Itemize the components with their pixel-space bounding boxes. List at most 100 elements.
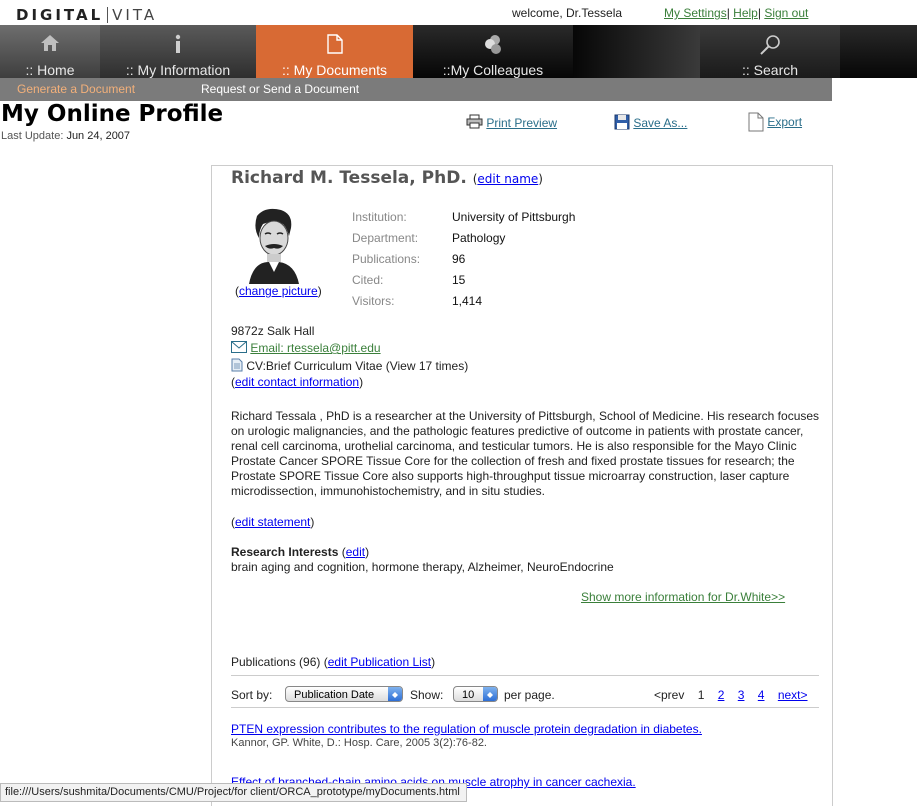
- last-update: Last Update: Jun 24, 2007: [1, 130, 130, 142]
- show-label: Show:: [410, 688, 444, 702]
- logo[interactable]: DIGITAL VITA: [16, 6, 157, 24]
- email-link[interactable]: Email: rtessela@pitt.edu: [250, 341, 380, 355]
- nav-tab-my-information[interactable]: :: My Information: [100, 25, 256, 78]
- stat-row: Visitors: 1,414: [352, 290, 575, 311]
- nav-tab-home[interactable]: :: Home: [0, 25, 100, 78]
- address: 9872z Salk Hall: [231, 324, 315, 338]
- pager-page[interactable]: 3: [738, 688, 745, 702]
- pager-page[interactable]: 4: [758, 688, 765, 702]
- edit-research-link[interactable]: edit: [346, 545, 365, 559]
- nav-tab-my-colleagues-label: ::My Colleagues: [442, 62, 544, 78]
- page-size-value: 10: [462, 689, 475, 701]
- sort-select-value: Publication Date: [294, 689, 375, 701]
- stat-label: Department:: [352, 230, 419, 245]
- my-settings-link[interactable]: My Settings: [664, 6, 727, 20]
- nav-tab-my-documents[interactable]: :: My Documents: [256, 25, 413, 78]
- profile-name-text: Richard M. Tessela, PhD.: [231, 168, 467, 188]
- publication-title[interactable]: PTEN expression contributes to the regul…: [231, 722, 702, 736]
- paren: ): [310, 515, 315, 529]
- divider: [231, 675, 819, 676]
- per-page-label: per page.: [504, 688, 555, 702]
- main-nav: :: Home :: My Information :: My Document…: [0, 25, 917, 78]
- print-preview-action[interactable]: Print Preview: [466, 114, 557, 130]
- paren: ): [538, 172, 543, 186]
- page-size-select[interactable]: 10: [453, 686, 498, 702]
- publications-count: Publications (96): [231, 655, 321, 669]
- edit-name: (edit name): [473, 172, 543, 186]
- paren: ): [365, 545, 370, 559]
- edit-contact-link[interactable]: edit contact information: [235, 375, 359, 389]
- save-as-link[interactable]: Save As...: [633, 116, 687, 130]
- stat-label: Cited:: [352, 272, 384, 287]
- save-as-action[interactable]: Save As...: [614, 114, 687, 130]
- change-picture-link[interactable]: change picture: [239, 284, 318, 298]
- last-update-label: Last Update:: [1, 130, 64, 142]
- cv-text: CV:Brief Curriculum Vitae (View 17 times…: [246, 359, 469, 373]
- subnav-request-send-document[interactable]: Request or Send a Document: [201, 82, 359, 96]
- stat-row: Institution: University of Pittsburgh: [352, 206, 575, 227]
- print-preview-link[interactable]: Print Preview: [486, 116, 557, 130]
- sign-out-link[interactable]: Sign out: [764, 6, 808, 20]
- last-update-value: Jun 24, 2007: [66, 130, 131, 142]
- search-icon: [760, 35, 780, 55]
- select-arrows-icon: [483, 687, 497, 701]
- paren: ): [431, 655, 436, 669]
- pagination: <prev 1 2 3 4 next>: [654, 688, 818, 702]
- export-document-icon: [748, 112, 764, 132]
- stat-label: Institution:: [352, 209, 407, 224]
- edit-statement-link[interactable]: edit statement: [235, 515, 310, 529]
- sub-nav: Generate a Document Request or Send a Do…: [0, 78, 832, 101]
- change-picture: (change picture): [235, 284, 322, 298]
- bio-statement: Richard Tessala , PhD is a researcher at…: [231, 409, 820, 498]
- cv-row[interactable]: CV:Brief Curriculum Vitae (View 17 times…: [231, 358, 468, 373]
- research-interests-label: Research Interests: [231, 545, 339, 559]
- nav-tab-my-documents-label: :: My Documents: [281, 62, 388, 78]
- link-separator: |: [726, 6, 730, 20]
- stat-value: 1,414: [452, 293, 483, 308]
- pager-prev: <prev: [654, 688, 685, 702]
- envelope-icon: [231, 341, 247, 353]
- top-bar: DIGITAL VITA welcome, Dr.Tessela My Setti…: [0, 0, 917, 25]
- printer-icon: [466, 114, 483, 129]
- subnav-generate-document[interactable]: Generate a Document: [17, 82, 135, 96]
- export-action[interactable]: Export: [748, 112, 802, 132]
- stat-row: Department: Pathology: [352, 227, 575, 248]
- stat-row: Cited: 15: [352, 269, 575, 290]
- research-interests: brain aging and cognition, hormone thera…: [231, 560, 614, 574]
- floppy-disk-icon: [614, 114, 630, 130]
- welcome-text: welcome, Dr.Tessela: [512, 6, 623, 20]
- publication-citation: Kannor, GP. White, D.: Hosp. Care, 2005 …: [231, 737, 487, 749]
- stat-value: 15: [452, 272, 466, 287]
- profile-name: Richard M. Tessela, PhD. (edit name): [231, 168, 543, 188]
- email-row[interactable]: Email: rtessela@pitt.edu: [231, 341, 381, 355]
- nav-tab-search[interactable]: :: Search: [700, 25, 840, 78]
- select-arrows-icon: [388, 687, 402, 701]
- colleagues-icon: [485, 35, 501, 54]
- export-link[interactable]: Export: [767, 115, 802, 129]
- edit-publication-list-link[interactable]: edit Publication List: [328, 655, 431, 669]
- paren: (: [320, 655, 328, 669]
- help-link[interactable]: Help: [733, 6, 758, 20]
- logo-divider: [107, 7, 109, 23]
- show-more-link[interactable]: Show more information for Dr.White>>: [581, 590, 785, 604]
- home-icon: [41, 35, 59, 51]
- stat-value: 96: [452, 251, 466, 266]
- document-icon: [326, 34, 343, 54]
- publications-header: Publications (96) (edit Publication List…: [231, 655, 435, 669]
- stat-label: Visitors:: [352, 293, 395, 308]
- nav-tab-home-label: :: Home: [25, 62, 75, 78]
- link-separator: |: [757, 6, 761, 20]
- edit-name-link[interactable]: edit name: [477, 172, 538, 186]
- sort-select[interactable]: Publication Date: [285, 686, 403, 702]
- pager-next[interactable]: next>: [778, 688, 808, 702]
- top-links: My Settings| Help| Sign out: [664, 6, 808, 20]
- profile-photo: [243, 206, 303, 284]
- edit-contact: (edit contact information): [231, 375, 363, 389]
- browser-status-bar: file:///Users/sushmita/Documents/CMU/Pro…: [0, 783, 467, 802]
- nav-tab-my-colleagues[interactable]: ::My Colleagues: [413, 25, 573, 78]
- logo-text-vita: VITA: [112, 6, 158, 24]
- pager-page[interactable]: 2: [718, 688, 725, 702]
- profile-stats: Institution: University of Pittsburgh Dep…: [352, 206, 575, 311]
- nav-tab-my-information-label: :: My Information: [125, 62, 231, 78]
- info-icon: [175, 34, 181, 53]
